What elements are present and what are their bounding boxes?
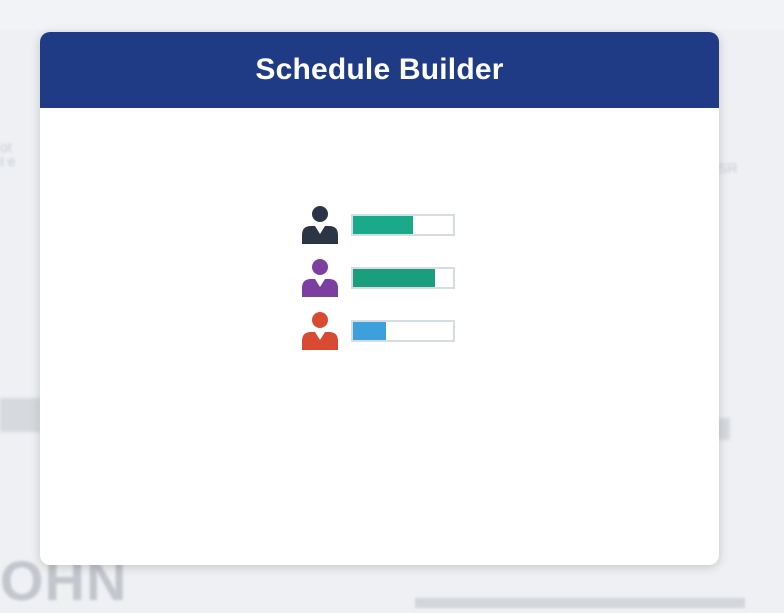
background-bar-bottom [415,598,745,608]
workload-bar [351,267,455,289]
schedule-builder-dialog: Schedule Builder [40,32,719,565]
workload-bar-fill [353,322,386,340]
staff-schedule-illustration [298,204,468,354]
workload-bar-fill [353,216,413,234]
background-text-left: ot t e [0,140,16,168]
staff-row [298,204,468,244]
staff-row [298,310,468,350]
background-strip [0,0,784,30]
background-text-right: SR [718,160,738,176]
dialog-body [40,108,719,565]
workload-bar [351,320,455,342]
dialog-title: Schedule Builder [255,53,504,86]
workload-bar-fill [353,269,435,287]
person-icon [302,206,338,244]
person-icon [302,259,338,297]
staff-row [298,257,468,297]
workload-bar [351,214,455,236]
background-bar-left [0,398,40,432]
dialog-header: Schedule Builder [40,32,719,108]
person-icon [302,312,338,350]
background-bar-right [718,418,730,440]
